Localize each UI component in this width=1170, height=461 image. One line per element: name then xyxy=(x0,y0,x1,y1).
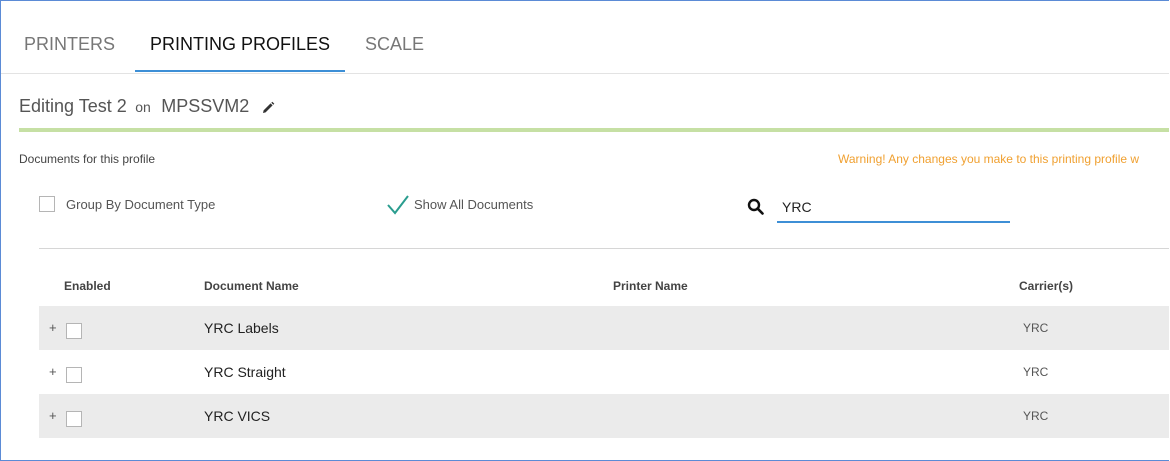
section-divider xyxy=(39,248,1169,249)
tab-printers[interactable]: PRINTERS xyxy=(24,34,115,55)
document-name: YRC Straight xyxy=(204,364,286,380)
tab-printing-profiles[interactable]: PRINTING PROFILES xyxy=(150,34,330,55)
show-all-label: Show All Documents xyxy=(414,197,534,212)
profile-status-bar xyxy=(19,128,1169,132)
document-name: YRC VICS xyxy=(204,408,271,424)
group-by-label: Group By Document Type xyxy=(66,197,216,212)
expand-row-button[interactable]: + xyxy=(49,408,57,423)
machine-name: MPSSVM2 xyxy=(161,96,250,116)
table-row[interactable]: + YRC Straight YRC xyxy=(39,350,1169,394)
table-row[interactable]: + YRC Labels YRC xyxy=(39,306,1169,350)
documents-label: Documents for this profile xyxy=(19,152,156,166)
table-row[interactable]: + YRC VICS YRC xyxy=(39,394,1169,438)
carrier-value: YRC xyxy=(1023,409,1049,423)
search-icon xyxy=(747,198,764,215)
show-all-checkmark-icon[interactable] xyxy=(386,194,410,216)
printing-profile-panel: PRINTERS PRINTING PROFILES SCALE Editing… xyxy=(0,0,1169,461)
column-header-document-name: Document Name xyxy=(204,279,299,293)
expand-row-button[interactable]: + xyxy=(49,364,57,379)
column-header-printer-name: Printer Name xyxy=(613,279,688,293)
group-by-checkbox[interactable] xyxy=(39,196,55,212)
tab-bar: PRINTERS PRINTING PROFILES SCALE xyxy=(1,1,1169,74)
profile-title: Editing Test 2 on MPSSVM2 xyxy=(19,96,249,117)
column-header-enabled: Enabled xyxy=(64,279,111,293)
search-input[interactable] xyxy=(777,193,1010,223)
carrier-value: YRC xyxy=(1023,321,1049,335)
warning-message: Warning! Any changes you make to this pr… xyxy=(838,152,1140,166)
column-header-carriers: Carrier(s) xyxy=(1019,279,1074,293)
expand-row-button[interactable]: + xyxy=(49,320,57,335)
editing-label: Editing Test 2 xyxy=(19,96,127,116)
on-label: on xyxy=(135,99,151,115)
carrier-value: YRC xyxy=(1023,365,1049,379)
enabled-checkbox[interactable] xyxy=(66,411,82,427)
document-name: YRC Labels xyxy=(204,320,279,336)
tab-scale[interactable]: SCALE xyxy=(365,34,424,55)
pencil-icon[interactable] xyxy=(261,101,275,115)
enabled-checkbox[interactable] xyxy=(66,367,82,383)
active-tab-indicator xyxy=(135,70,345,72)
enabled-checkbox[interactable] xyxy=(66,323,82,339)
